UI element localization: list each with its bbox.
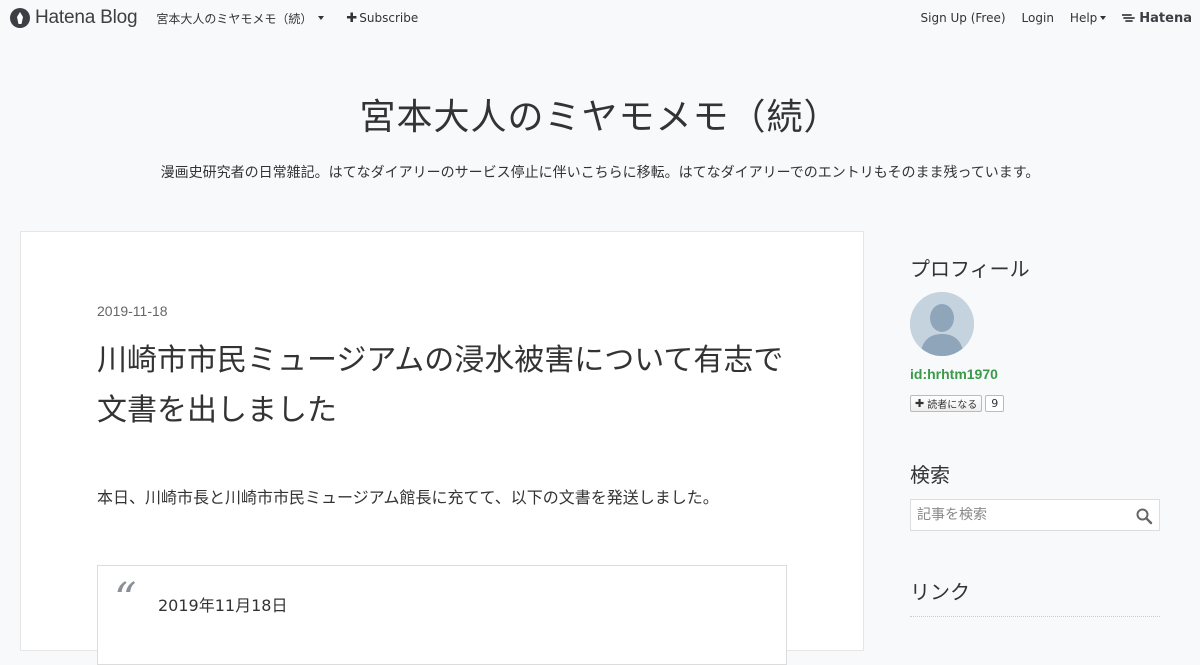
signup-link[interactable]: Sign Up (Free) [921,11,1006,25]
caret-down-icon [318,16,325,20]
blog-description: 漫画史研究者の日常雑記。はてなダイアリーのサービス停止に伴いこちらに移転。はてな… [160,165,1040,181]
blog-switcher-dropdown[interactable]: 宮本大人のミヤモメモ（続） [156,10,325,27]
search-icon[interactable] [1135,507,1153,525]
blog-title[interactable]: 宮本大人のミヤモメモ（続） [0,88,1200,140]
blog-switcher-label: 宮本大人のミヤモメモ（続） [156,11,313,26]
caret-down-icon [1100,16,1107,20]
become-reader-label: 読者になる [927,400,978,411]
login-link[interactable]: Login [1022,11,1054,25]
plus-icon: ✚ [915,397,925,410]
entry-title[interactable]: 川崎市市民ミュージアムの浸水被害について有志で文書を出しました [97,336,797,436]
profile-id-link[interactable]: id:hrhtm1970 [910,366,998,382]
subscribe-label: Subscribe [359,11,419,25]
entry-article: 2019-11-18 川崎市市民ミュージアムの浸水被害について有志で文書を出しま… [20,231,864,665]
hatena-blog-logo[interactable]: Hatena Blog [10,7,138,29]
reader-count[interactable]: 9 [985,395,1005,412]
hatena-blog-brand-text: Hatena Blog [35,7,138,28]
subscribe-button[interactable]: ✚ Subscribe [346,11,418,26]
global-header: Hatena Blog 宮本大人のミヤモメモ（続） ✚ Subscribe Si… [0,0,1200,36]
default-user-icon [910,292,974,356]
search-input[interactable] [917,507,1127,523]
blog-header: 宮本大人のミヤモメモ（続） 漫画史研究者の日常雑記。はてなダイアリーのサービス停… [0,88,1200,182]
search-form [910,499,1160,531]
profile-avatar[interactable] [910,292,974,356]
help-label: Help [1069,11,1098,25]
quote-mark-icon: “ [114,574,137,625]
blockquote: “ 2019年11月18日 [97,565,787,665]
entry-body-text: 本日、川崎市長と川崎市市民ミュージアム館長に充てて、以下の文書を発送しました。 [97,488,719,507]
search-module-title: 検索 [910,463,950,487]
quote-text: 2019年11月18日 [158,596,288,615]
hatena-logo-text: Hatena [1139,10,1192,26]
global-header-right: Sign Up (Free) Login Help Hatena [905,0,1200,36]
links-divider [910,616,1160,617]
help-dropdown[interactable]: Help [1069,11,1107,25]
reader-button-group: ✚ 読者になる 9 [910,395,1005,412]
hatena-wing-icon [1122,14,1136,22]
become-reader-button[interactable]: ✚ 読者になる [910,395,983,412]
profile-module-title: プロフィール [910,257,1030,281]
global-header-left: Hatena Blog 宮本大人のミヤモメモ（続） ✚ Subscribe [0,0,418,36]
links-module-title: リンク [910,580,970,604]
entry-date[interactable]: 2019-11-18 [97,303,168,319]
hatena-logo[interactable]: Hatena [1122,11,1192,26]
hatena-blog-pen-icon [10,8,30,28]
plus-icon: ✚ [346,10,358,26]
